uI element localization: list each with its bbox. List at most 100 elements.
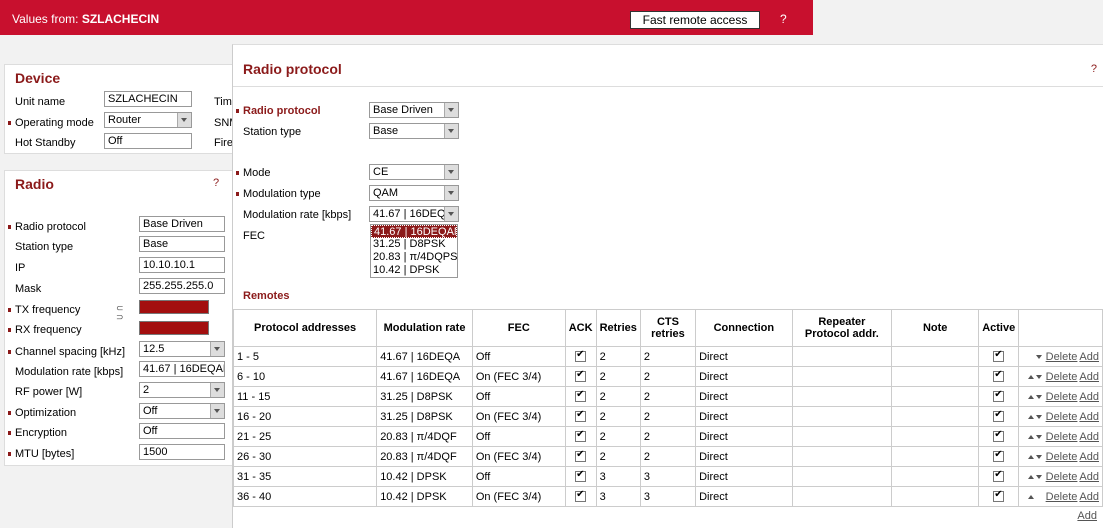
cell-active xyxy=(978,466,1020,487)
link-icon[interactable]: ⊂ ⊃ xyxy=(116,304,124,326)
delete-link[interactable]: Delete xyxy=(1046,371,1078,383)
ip-input[interactable]: 10.10.10.1 xyxy=(139,257,225,273)
move-down-icon[interactable] xyxy=(1035,434,1042,439)
mode-select[interactable]: CE xyxy=(369,164,459,180)
active-checkbox[interactable] xyxy=(993,489,1005,503)
cell-actions: Delete Add xyxy=(1018,466,1103,487)
cell-cts-retries: 3 xyxy=(639,466,697,487)
cell-protocol-addresses: 6 - 10 xyxy=(232,366,378,387)
chevron-down-icon xyxy=(210,404,224,418)
add-link[interactable]: Add xyxy=(1079,351,1099,363)
operating-mode-select[interactable]: Router xyxy=(104,112,192,128)
help-icon[interactable]: ? xyxy=(1091,63,1097,75)
delete-link[interactable]: Delete xyxy=(1046,451,1078,463)
cell-fec: On (FEC 3/4) xyxy=(471,366,566,387)
cell-cts-retries: 2 xyxy=(639,446,697,467)
fast-remote-access-button[interactable]: Fast remote access xyxy=(630,11,760,29)
ack-checkbox[interactable] xyxy=(575,489,587,503)
move-up-icon[interactable] xyxy=(1027,374,1034,379)
cell-active xyxy=(978,486,1020,507)
ack-checkbox[interactable] xyxy=(575,389,587,403)
move-down-icon[interactable] xyxy=(1035,354,1042,359)
col-repeater-protocol-addr: Repeater Protocol addr. xyxy=(791,309,893,347)
dropdown-option[interactable]: 10.42 | DPSK xyxy=(371,264,457,277)
radio-protocol-select[interactable]: Base Driven xyxy=(369,102,459,118)
help-icon[interactable]: ? xyxy=(780,12,787,26)
active-checkbox[interactable] xyxy=(993,429,1005,443)
active-checkbox[interactable] xyxy=(993,409,1005,423)
station-type-label: Station type xyxy=(243,126,302,138)
col-cts-retries: CTS retries xyxy=(639,309,697,347)
help-icon[interactable]: ? xyxy=(213,177,219,189)
ack-checkbox[interactable] xyxy=(575,449,587,463)
mask-input[interactable]: 255.255.255.0 xyxy=(139,278,225,294)
chevron-down-icon xyxy=(210,342,224,356)
delete-link[interactable]: Delete xyxy=(1046,431,1078,443)
optimization-select[interactable]: Off xyxy=(139,403,225,419)
cell-fec: Off xyxy=(471,426,566,447)
channel-spacing-select[interactable]: 12.5 xyxy=(139,341,225,357)
modulation-type-select[interactable]: QAM xyxy=(369,185,459,201)
encryption-input[interactable]: Off xyxy=(139,423,225,439)
move-down-icon[interactable] xyxy=(1035,394,1042,399)
delete-link[interactable]: Delete xyxy=(1046,391,1078,403)
move-up-icon[interactable] xyxy=(1027,414,1034,419)
delete-link[interactable]: Delete xyxy=(1046,411,1078,423)
unit-name-label: Unit name xyxy=(15,96,66,108)
move-down-icon[interactable] xyxy=(1035,454,1042,459)
dropdown-option[interactable]: 20.83 | π/4DQPSK xyxy=(371,251,457,264)
cell-protocol-addresses: 16 - 20 xyxy=(232,406,378,427)
mtu-input[interactable]: 1500 xyxy=(139,444,225,460)
cell-ack xyxy=(564,406,597,427)
active-checkbox[interactable] xyxy=(993,469,1005,483)
cell-modulation-rate: 31.25 | D8PSK xyxy=(376,406,473,427)
active-checkbox[interactable] xyxy=(993,369,1005,383)
ack-checkbox[interactable] xyxy=(575,469,587,483)
col-retries: Retries xyxy=(595,309,641,347)
dropdown-option[interactable]: 41.67 | 16DEQAM xyxy=(371,225,457,238)
active-checkbox[interactable] xyxy=(993,389,1005,403)
modulation-rate-dropdown[interactable]: 41.67 | 16DEQAM 31.25 | D8PSK 20.83 | π/… xyxy=(370,224,458,278)
move-down-icon[interactable] xyxy=(1035,414,1042,419)
move-up-icon[interactable] xyxy=(1027,434,1034,439)
move-up-icon[interactable] xyxy=(1027,394,1034,399)
cell-connection: Direct xyxy=(695,486,793,507)
delete-link[interactable]: Delete xyxy=(1046,491,1078,503)
dropdown-option[interactable]: 31.25 | D8PSK xyxy=(371,238,457,251)
delete-link[interactable]: Delete xyxy=(1046,351,1078,363)
cell-protocol-addresses: 31 - 35 xyxy=(232,466,378,487)
modulation-rate-select[interactable]: 41.67 | 16DEQA xyxy=(369,206,459,222)
delete-link[interactable]: Delete xyxy=(1046,471,1078,483)
station-type-select[interactable]: Base xyxy=(369,123,459,139)
hot-standby-input[interactable]: Off xyxy=(104,133,192,149)
move-up-icon[interactable] xyxy=(1027,454,1034,459)
add-link[interactable]: Add xyxy=(1079,431,1099,443)
add-link[interactable]: Add xyxy=(1077,510,1097,522)
ack-checkbox[interactable] xyxy=(575,409,587,423)
ack-checkbox[interactable] xyxy=(575,369,587,383)
add-link[interactable]: Add xyxy=(1079,471,1099,483)
cell-cts-retries: 2 xyxy=(639,386,697,407)
tx-frequency-input[interactable] xyxy=(139,300,209,314)
cell-retries: 2 xyxy=(595,386,641,407)
ack-checkbox[interactable] xyxy=(575,349,587,363)
active-checkbox[interactable] xyxy=(993,449,1005,463)
move-up-icon[interactable] xyxy=(1027,494,1034,499)
cell-active xyxy=(978,366,1020,387)
add-link[interactable]: Add xyxy=(1079,411,1099,423)
move-up-icon[interactable] xyxy=(1027,474,1034,479)
move-down-icon[interactable] xyxy=(1035,374,1042,379)
active-checkbox[interactable] xyxy=(993,349,1005,363)
add-link[interactable]: Add xyxy=(1079,491,1099,503)
ack-checkbox[interactable] xyxy=(575,429,587,443)
cell-actions: Delete Add xyxy=(1018,386,1103,407)
rf-power-select[interactable]: 2 xyxy=(139,382,225,398)
rx-frequency-input[interactable] xyxy=(139,321,209,335)
station-type-label: Station type xyxy=(15,241,74,253)
move-down-icon[interactable] xyxy=(1035,474,1042,479)
unit-name-input[interactable]: SZLACHECIN xyxy=(104,91,192,107)
add-link[interactable]: Add xyxy=(1079,371,1099,383)
add-link[interactable]: Add xyxy=(1079,391,1099,403)
col-actions xyxy=(1018,309,1103,347)
add-link[interactable]: Add xyxy=(1079,451,1099,463)
